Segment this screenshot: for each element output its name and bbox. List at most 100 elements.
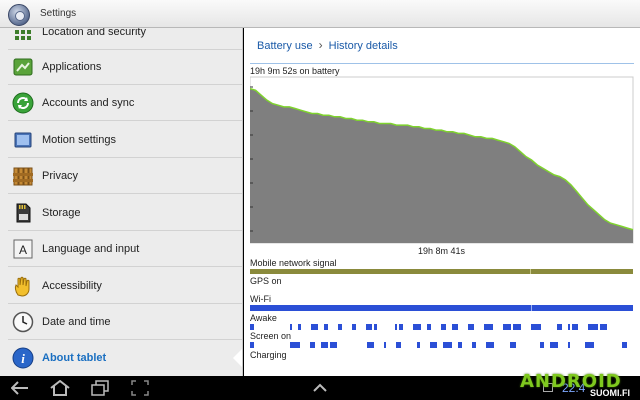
window-title: Settings [40, 8, 77, 19]
sidebar-item-accounts-sync[interactable]: Accounts and sync [0, 85, 242, 121]
sidebar-item-accessibility[interactable]: Accessibility [0, 268, 242, 304]
signal-dash [540, 342, 544, 348]
signal-dash [441, 324, 446, 330]
breadcrumb-battery-use[interactable]: Battery use [257, 40, 313, 52]
signal-dash [384, 342, 386, 348]
selection-pointer [233, 349, 242, 367]
signal-bar-0 [250, 269, 633, 274]
signal-dash [585, 342, 594, 348]
signal-dash [510, 342, 516, 348]
signal-dash [290, 342, 300, 348]
keyboard-a-icon: A [12, 238, 34, 260]
sidebar-item-label: Privacy [42, 170, 79, 182]
chevron-right-icon: › [318, 38, 323, 52]
signal-dash [396, 342, 401, 348]
signal-dash [513, 324, 521, 330]
signal-dash [250, 324, 254, 330]
signal-dash [366, 324, 372, 330]
signal-dash [367, 342, 374, 348]
signal-dash [550, 342, 558, 348]
duration-label: 19h 8m 41s [418, 246, 466, 256]
signal-dash [352, 324, 356, 330]
settings-sidebar[interactable]: Location and security Applications Accou… [0, 28, 243, 376]
hand-icon [12, 275, 34, 297]
signal-dash [290, 324, 292, 330]
location-grid-icon [12, 28, 34, 43]
signal-dash [395, 324, 397, 330]
signal-dash [458, 342, 462, 348]
signal-dash [321, 342, 328, 348]
sidebar-item-label: About tablet [42, 352, 107, 364]
sidebar-item-label: Motion settings [42, 134, 116, 146]
sidebar-item-label: Date and time [42, 316, 111, 328]
signal-dash [557, 324, 562, 330]
sidebar-item-label: Applications [42, 61, 102, 73]
signal-dash [568, 324, 570, 330]
applications-icon [12, 56, 34, 78]
signal-dash [311, 324, 318, 330]
sidebar-item-label: Storage [42, 207, 81, 219]
signal-dash [417, 342, 420, 348]
signal-dash [413, 324, 421, 330]
screenshot-icon[interactable] [130, 379, 150, 397]
signal-dash [443, 342, 452, 348]
sidebar-item-label: Language and input [42, 243, 140, 255]
sidebar-item-label: Accessibility [42, 280, 102, 292]
history-details-panel: Battery use › History details 19h 9m 52s… [244, 28, 640, 376]
signal-dash [468, 324, 474, 330]
sidebar-item-location-security[interactable]: Location and security [0, 28, 242, 50]
androidsuomi-watermark-logo: ANDROID SUOMI.FI [520, 371, 636, 400]
sidebar-item-privacy[interactable]: Privacy [0, 158, 242, 194]
sidebar-item-date-time[interactable]: Date and time [0, 304, 242, 340]
motion-icon [12, 129, 34, 151]
sidebar-item-label: Location and security [42, 28, 146, 38]
signal-dash [374, 324, 377, 330]
sidebar-item-applications[interactable]: Applications [0, 49, 242, 85]
signal-dash [310, 342, 315, 348]
chevron-up-icon[interactable] [310, 379, 330, 397]
signal-dash [486, 342, 494, 348]
info-icon: i [12, 347, 34, 369]
title-bar: Settings [0, 0, 640, 28]
signal-dash [484, 324, 493, 330]
signal-dash [399, 324, 403, 330]
svg-text:i: i [21, 351, 25, 366]
clock-icon [12, 311, 34, 333]
watermark-line2: SUOMI.FI [590, 388, 630, 398]
signal-dash [600, 324, 607, 330]
settings-gear-icon [8, 4, 30, 26]
recent-apps-icon[interactable] [90, 379, 110, 397]
breadcrumb-history-details: History details [328, 40, 398, 52]
signal-dash [338, 324, 342, 330]
home-icon[interactable] [48, 379, 72, 397]
signal-bar-divider [530, 269, 531, 274]
signal-bar-divider [531, 305, 532, 311]
signal-dash [324, 324, 328, 330]
signal-dash [568, 342, 570, 348]
signal-dash [588, 324, 598, 330]
signal-bars [250, 269, 633, 348]
privacy-fence-icon [12, 165, 34, 187]
battery-history-graph: 19h 9m 52s on battery 19h 8m 41s Mobile … [250, 65, 634, 360]
sidebar-item-language-input[interactable]: A Language and input [0, 231, 242, 267]
sd-card-icon [12, 202, 34, 224]
breadcrumb-divider [250, 63, 634, 64]
signal-dash [452, 324, 458, 330]
signal-dash [503, 324, 511, 330]
sidebar-item-label: Accounts and sync [42, 97, 135, 109]
svg-text:A: A [19, 243, 27, 257]
signal-dash [298, 324, 301, 330]
signal-dash [430, 342, 437, 348]
signal-dash [330, 342, 337, 348]
back-arrow-icon[interactable] [10, 379, 30, 397]
signal-bar-2 [250, 305, 633, 311]
signal-dash [472, 342, 476, 348]
signal-dash [531, 324, 541, 330]
sidebar-item-about-tablet[interactable]: i About tablet [0, 340, 242, 376]
signal-dash [622, 342, 627, 348]
signal-dash [572, 324, 578, 330]
sync-icon [12, 92, 34, 114]
sidebar-item-motion-settings[interactable]: Motion settings [0, 122, 242, 158]
sidebar-item-storage[interactable]: Storage [0, 195, 242, 231]
signal-dash [250, 342, 254, 348]
